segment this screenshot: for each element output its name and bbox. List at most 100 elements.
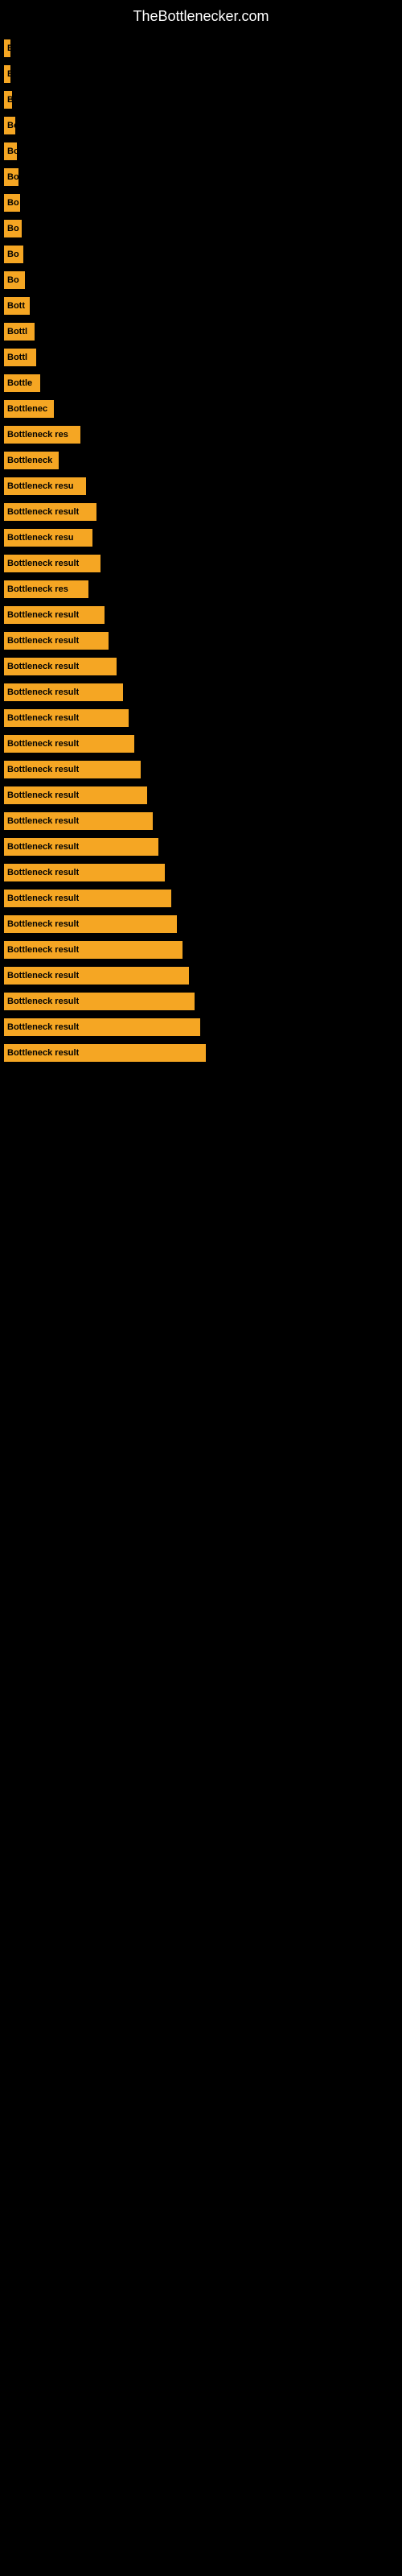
bar-label: Bottleneck result bbox=[7, 868, 79, 877]
bar-row: Bottleneck resu bbox=[4, 526, 394, 549]
bar-label: Bottleneck result bbox=[7, 739, 79, 749]
bar-row: Bottleneck result bbox=[4, 861, 394, 884]
bar-label: Bottleneck result bbox=[7, 842, 79, 852]
bar-label: Bottleneck result bbox=[7, 765, 79, 774]
bar-label: Bo bbox=[7, 121, 15, 130]
bar-label: B bbox=[7, 95, 12, 105]
bar: Bottleneck bbox=[4, 452, 59, 469]
bar: Bottleneck result bbox=[4, 632, 109, 650]
bar-label: Bottleneck result bbox=[7, 559, 79, 568]
bar-row: Bottle bbox=[4, 372, 394, 394]
bar-label: Bottleneck resu bbox=[7, 481, 74, 491]
bar: Bottle bbox=[4, 374, 40, 392]
bar: B bbox=[4, 39, 10, 57]
bar-row: Bottleneck res bbox=[4, 423, 394, 446]
bar-row: Bottleneck result bbox=[4, 1016, 394, 1038]
bar: Bo bbox=[4, 194, 20, 212]
bar: Bo bbox=[4, 142, 17, 160]
bar-label: Bo bbox=[7, 147, 17, 156]
bar-row: Bottleneck result bbox=[4, 990, 394, 1013]
bar-label: Bottlenec bbox=[7, 404, 47, 414]
bar-row: Bo bbox=[4, 243, 394, 266]
bar-label: B bbox=[7, 69, 10, 79]
bar: Bottleneck result bbox=[4, 915, 177, 933]
bar-row: Bottleneck result bbox=[4, 964, 394, 987]
bar-row: Bottleneck resu bbox=[4, 475, 394, 497]
bar: Bottleneck result bbox=[4, 761, 141, 778]
bar: Bottleneck result bbox=[4, 683, 123, 701]
bar-label: Bo bbox=[7, 250, 19, 259]
bar-row: Bottleneck result bbox=[4, 836, 394, 858]
bar: Bott bbox=[4, 297, 30, 315]
bar-row: Bottleneck result bbox=[4, 733, 394, 755]
bar: Bottl bbox=[4, 323, 35, 341]
bar-label: Bottleneck result bbox=[7, 894, 79, 903]
bar-row: Bottleneck result bbox=[4, 758, 394, 781]
bar-row: Bo bbox=[4, 140, 394, 163]
bar: Bottleneck res bbox=[4, 426, 80, 444]
bar-label: Bottleneck result bbox=[7, 791, 79, 800]
bar: Bottleneck result bbox=[4, 967, 189, 985]
bar-row: Bottleneck bbox=[4, 449, 394, 472]
bar-row: Bo bbox=[4, 114, 394, 137]
bar: Bo bbox=[4, 220, 22, 237]
bar-label: B bbox=[7, 43, 10, 53]
bar: Bo bbox=[4, 271, 25, 289]
bar-label: Bottleneck res bbox=[7, 430, 68, 440]
bar-label: Bottleneck result bbox=[7, 662, 79, 671]
bar-row: Bottleneck result bbox=[4, 939, 394, 961]
bar: Bottleneck resu bbox=[4, 529, 92, 547]
bar-row: Bottlenec bbox=[4, 398, 394, 420]
bar-label: Bottleneck result bbox=[7, 1048, 79, 1058]
bar-row: Bottleneck result bbox=[4, 810, 394, 832]
bar-row: B bbox=[4, 63, 394, 85]
bar: Bottleneck result bbox=[4, 890, 171, 907]
bar-label: Bottle bbox=[7, 378, 32, 388]
bar-label: Bo bbox=[7, 224, 19, 233]
bar-row: Bo bbox=[4, 217, 394, 240]
bar: B bbox=[4, 65, 10, 83]
bar: Bo bbox=[4, 246, 23, 263]
bar: Bottleneck result bbox=[4, 1044, 206, 1062]
bar-label: Bottleneck result bbox=[7, 1022, 79, 1032]
bar-label: Bottleneck result bbox=[7, 816, 79, 826]
bar: Bo bbox=[4, 168, 18, 186]
bar-label: Bo bbox=[7, 172, 18, 182]
bar-label: Bottleneck result bbox=[7, 945, 79, 955]
bars-container: B B B Bo Bo Bo Bo Bo Bo Bo Bott Bottl Bottl Bottle Bot… bbox=[0, 29, 402, 1075]
bar-row: Bottleneck result bbox=[4, 887, 394, 910]
bar-row: Bottleneck result bbox=[4, 630, 394, 652]
bar: Bottleneck result bbox=[4, 555, 100, 572]
bar: Bottleneck result bbox=[4, 864, 165, 881]
bar: Bo bbox=[4, 117, 15, 134]
bar-row: Bo bbox=[4, 192, 394, 214]
bar-row: Bottleneck result bbox=[4, 913, 394, 935]
bar-row: Bo bbox=[4, 166, 394, 188]
bar-row: Bottleneck result bbox=[4, 501, 394, 523]
bar-label: Bottl bbox=[7, 327, 27, 336]
bar-row: Bottleneck res bbox=[4, 578, 394, 601]
bar: Bottleneck res bbox=[4, 580, 88, 598]
bar-row: Bottl bbox=[4, 346, 394, 369]
bar-row: B bbox=[4, 89, 394, 111]
bar-label: Bottleneck result bbox=[7, 971, 79, 980]
bar-row: Bo bbox=[4, 269, 394, 291]
bar: Bottleneck result bbox=[4, 812, 153, 830]
bar-row: Bottleneck result bbox=[4, 604, 394, 626]
bar: Bottl bbox=[4, 349, 36, 366]
bar-label: Bottleneck result bbox=[7, 636, 79, 646]
bar-label: Bottleneck result bbox=[7, 507, 79, 517]
bar: Bottleneck result bbox=[4, 606, 105, 624]
bar-row: Bottleneck result bbox=[4, 1042, 394, 1064]
bar-label: Bo bbox=[7, 198, 19, 208]
bar-label: Bottleneck result bbox=[7, 687, 79, 697]
bar-label: Bottleneck result bbox=[7, 919, 79, 929]
bar-label: Bottleneck result bbox=[7, 997, 79, 1006]
bar-row: Bottl bbox=[4, 320, 394, 343]
bar: Bottleneck result bbox=[4, 709, 129, 727]
bar: Bottlenec bbox=[4, 400, 54, 418]
bar-row: Bottleneck result bbox=[4, 655, 394, 678]
bar-row: Bottleneck result bbox=[4, 707, 394, 729]
bar: Bottleneck result bbox=[4, 735, 134, 753]
bar: Bottleneck result bbox=[4, 993, 195, 1010]
